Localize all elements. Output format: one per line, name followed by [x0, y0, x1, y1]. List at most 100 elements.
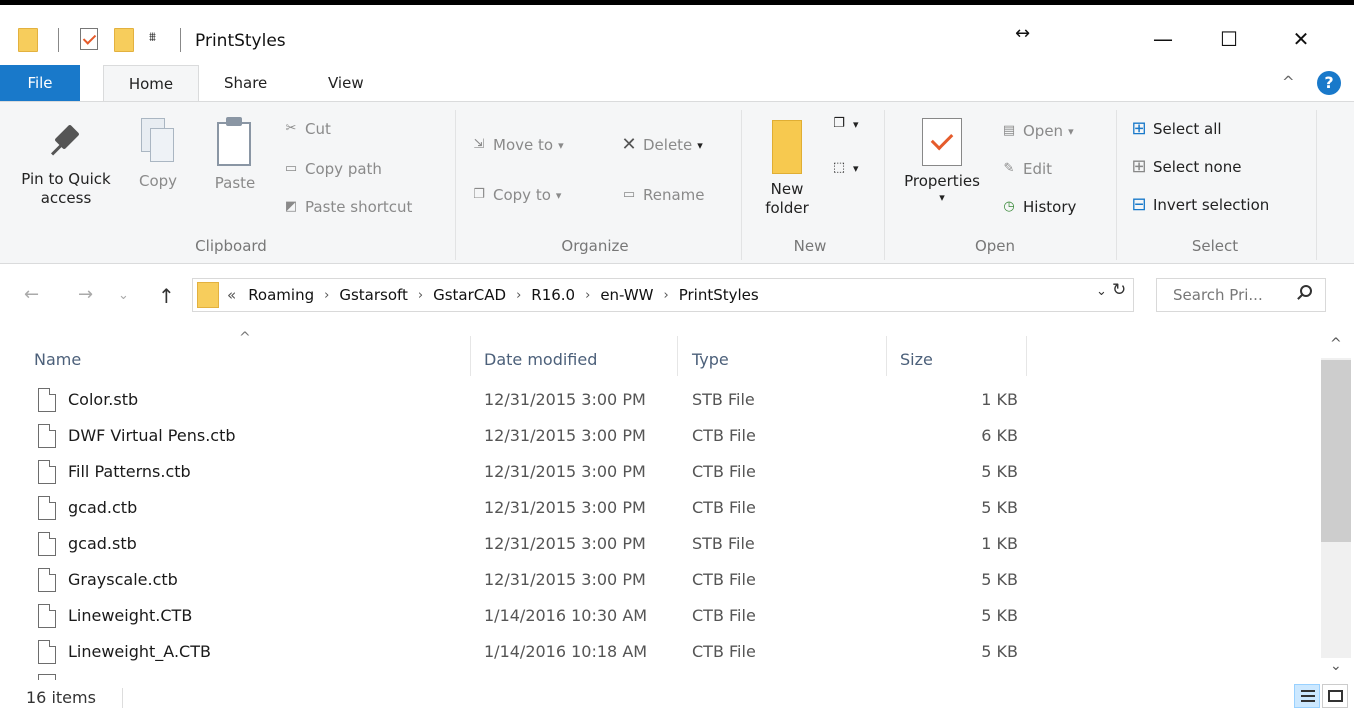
group-divider — [1316, 110, 1317, 260]
select-none-button[interactable]: ⊞ Select none — [1130, 156, 1242, 177]
tab-share[interactable]: Share — [206, 65, 285, 101]
breadcrumb-gstarcad[interactable]: GstarCAD — [433, 286, 506, 304]
recent-locations-icon[interactable]: ⌄ — [118, 288, 129, 303]
file-row[interactable]: DWF Virtual Pens.ctb 12/31/2015 3:00 PM … — [0, 418, 1318, 454]
cut-button[interactable]: ✂ Cut — [282, 120, 331, 138]
large-icons-view-icon[interactable] — [1322, 684, 1348, 708]
file-type: CTB File — [692, 570, 756, 589]
search-icon[interactable] — [1300, 285, 1312, 297]
group-divider — [1116, 110, 1117, 260]
item-count: 16 items — [26, 688, 96, 707]
close-button[interactable]: ✕ — [1276, 17, 1326, 61]
select-all-button[interactable]: ⊞ Select all — [1130, 120, 1222, 139]
column-header-type[interactable]: Type — [692, 340, 729, 380]
folder-icon — [197, 282, 219, 308]
refresh-icon[interactable]: ↻ — [1112, 280, 1126, 300]
tab-home[interactable]: Home — [103, 65, 199, 101]
breadcrumb-overflow[interactable]: « — [227, 286, 236, 304]
file-row[interactable]: Grayscale.ctb 12/31/2015 3:00 PM CTB Fil… — [0, 562, 1318, 598]
edit-button[interactable]: ✎ Edit — [1000, 160, 1053, 178]
breadcrumb-separator-icon[interactable]: › — [516, 288, 521, 303]
address-field[interactable]: « Roaming › Gstarsoft › GstarCAD › R16.0… — [192, 278, 1134, 312]
back-icon[interactable]: ← — [24, 284, 39, 305]
group-divider — [455, 110, 456, 260]
file-date: 12/31/2015 3:00 PM — [484, 462, 646, 481]
column-header-name[interactable]: Name — [34, 340, 81, 380]
file-size: 5 KB — [981, 642, 1018, 661]
scroll-thumb[interactable] — [1321, 360, 1351, 542]
breadcrumb-separator-icon[interactable]: › — [664, 288, 669, 303]
breadcrumb-roaming[interactable]: Roaming — [248, 286, 314, 304]
column-header-size[interactable]: Size — [900, 340, 933, 380]
breadcrumb-separator-icon[interactable]: › — [324, 288, 329, 303]
column-divider[interactable] — [677, 336, 678, 376]
chevron-down-icon: ▾ — [697, 138, 703, 152]
properties-button[interactable]: Properties ▾ — [892, 112, 992, 204]
paste-button[interactable]: Paste — [204, 112, 266, 193]
file-row[interactable]: Lineweight.CTB 1/14/2016 10:30 AM CTB Fi… — [0, 598, 1318, 634]
file-icon — [38, 460, 56, 484]
copy-button[interactable]: Copy — [128, 112, 188, 191]
address-dropdown-icon[interactable]: ⌄ — [1096, 284, 1107, 299]
select-all-label: Select all — [1153, 120, 1222, 138]
breadcrumb-r16[interactable]: R16.0 — [531, 286, 575, 304]
file-icon — [38, 640, 56, 664]
invert-selection-button[interactable]: ⊟ Invert selection — [1130, 196, 1269, 215]
breadcrumb-separator-icon[interactable]: › — [585, 288, 590, 303]
tab-file[interactable]: File — [0, 65, 80, 101]
easy-access-button[interactable]: ⬚ ▾ — [830, 160, 859, 176]
new-folder-button[interactable]: New folder — [754, 112, 820, 218]
breadcrumb-en-ww[interactable]: en-WW — [600, 286, 653, 304]
quick-access-divider — [180, 28, 181, 52]
copy-path-button[interactable]: ▭ Copy path — [282, 160, 382, 178]
chevron-down-icon: ▾ — [939, 191, 945, 204]
properties-label: Properties — [904, 172, 980, 190]
column-divider[interactable] — [886, 336, 887, 376]
file-row[interactable]: gcad.stb 12/31/2015 3:00 PM STB File 1 K… — [0, 526, 1318, 562]
up-icon[interactable]: ↑ — [158, 284, 175, 308]
file-row[interactable]: Color.stb 12/31/2015 3:00 PM STB File 1 … — [0, 382, 1318, 418]
column-header-date[interactable]: Date modified — [484, 340, 597, 380]
copy-to-button[interactable]: ❐ Copy to ▾ — [470, 186, 561, 204]
open-button[interactable]: ▤ Open ▾ — [1000, 122, 1074, 140]
rename-button[interactable]: ▭ Rename — [620, 186, 705, 204]
delete-x-icon: ✕ — [621, 134, 637, 155]
folder-icon — [18, 28, 38, 52]
new-item-icon: ❐ — [833, 116, 845, 131]
help-icon[interactable]: ? — [1317, 71, 1341, 95]
breadcrumb-gstarsoft[interactable]: Gstarsoft — [339, 286, 408, 304]
history-button[interactable]: ◷ History — [1000, 198, 1076, 216]
cut-label: Cut — [305, 120, 331, 138]
move-to-button[interactable]: ⇲ Move to ▾ — [470, 136, 564, 154]
minimize-button[interactable]: — — [1138, 17, 1188, 61]
open-icon: ▤ — [1002, 123, 1016, 138]
details-view-icon[interactable] — [1294, 684, 1320, 708]
rename-icon: ▭ — [622, 187, 636, 202]
file-date: 12/31/2015 3:00 PM — [484, 390, 646, 409]
file-row[interactable]: Fill Patterns.ctb 12/31/2015 3:00 PM CTB… — [0, 454, 1318, 490]
new-folder-quick-icon[interactable] — [114, 28, 134, 52]
scroll-up-icon[interactable]: ^ — [1330, 336, 1342, 352]
maximize-button[interactable]: ☐ — [1204, 17, 1254, 61]
tab-view[interactable]: View — [310, 65, 382, 101]
new-item-button[interactable]: ❐ ▾ — [830, 116, 859, 132]
customize-quick-access-icon[interactable]: ⩩ — [149, 30, 156, 45]
file-row[interactable]: gcad.ctb 12/31/2015 3:00 PM CTB File 5 K… — [0, 490, 1318, 526]
properties-quick-icon[interactable] — [80, 28, 98, 50]
breadcrumb-printstyles[interactable]: PrintStyles — [679, 286, 759, 304]
forward-icon[interactable]: → — [78, 284, 93, 305]
scroll-down-icon[interactable]: ⌄ — [1330, 658, 1342, 674]
select-none-label: Select none — [1153, 158, 1242, 176]
delete-button[interactable]: ✕ Delete ▾ — [620, 134, 703, 155]
collapse-ribbon-icon[interactable]: ^ — [1282, 73, 1295, 91]
vertical-scrollbar[interactable]: ^ ⌄ — [1318, 330, 1354, 680]
paste-shortcut-button[interactable]: ◩ Paste shortcut — [282, 198, 413, 216]
column-divider[interactable] — [1026, 336, 1027, 376]
file-name: gcad.stb — [68, 534, 137, 553]
select-none-icon: ⊞ — [1131, 156, 1147, 177]
pin-to-quick-access-button[interactable]: Pin to Quick access — [12, 112, 120, 208]
breadcrumb-separator-icon[interactable]: › — [418, 288, 423, 303]
chevron-down-icon: ▾ — [853, 117, 859, 131]
file-row[interactable]: Lineweight_A.CTB 1/14/2016 10:18 AM CTB … — [0, 634, 1318, 670]
column-divider[interactable] — [470, 336, 471, 376]
